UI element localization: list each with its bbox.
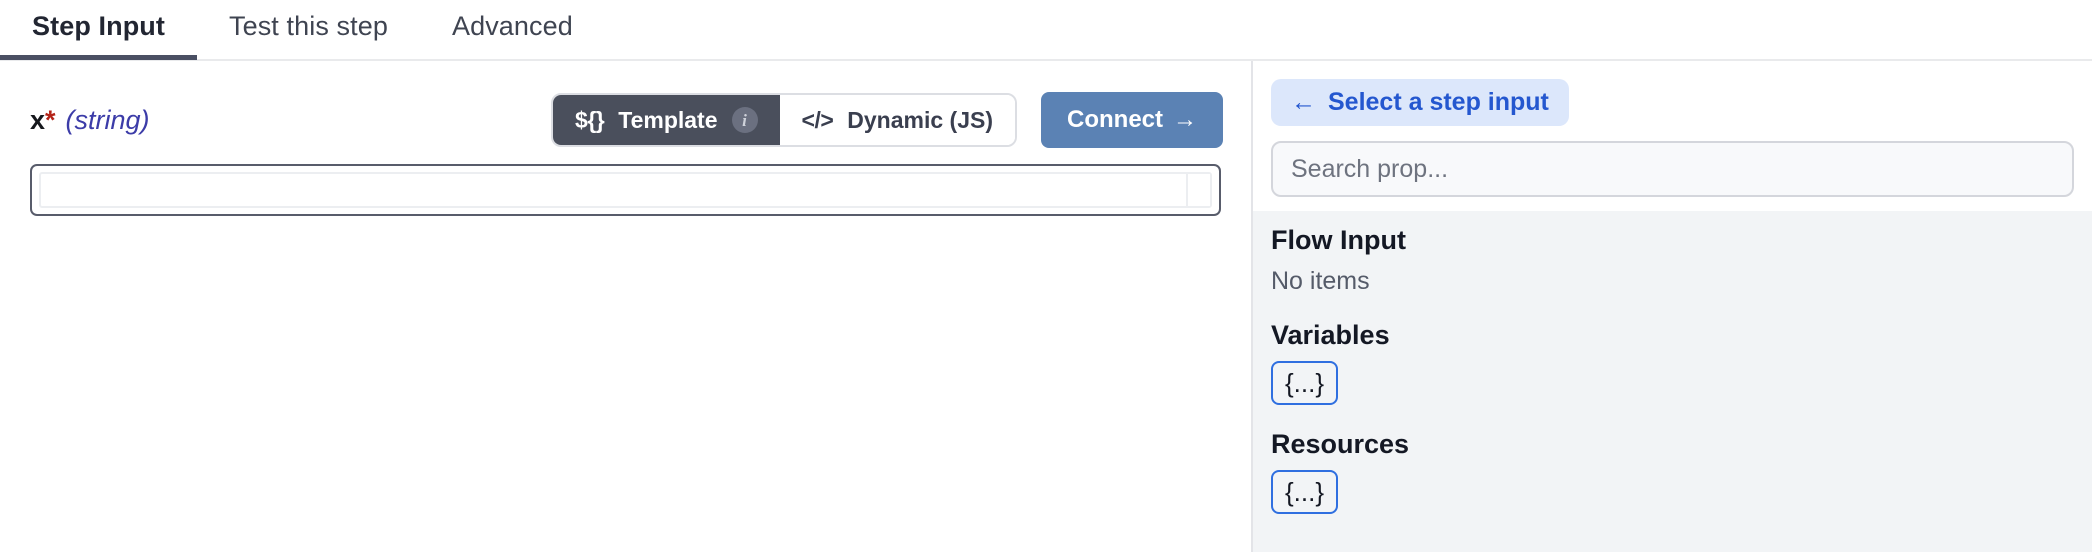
step-input-panel: Step Input Test this step Advanced x* (st… bbox=[0, 0, 2092, 552]
tab-step-input[interactable]: Step Input bbox=[0, 0, 197, 60]
section-title-variables: Variables bbox=[1271, 320, 1390, 351]
section-resources: Resources {...} bbox=[1271, 429, 2074, 515]
flow-input-empty-text: No items bbox=[1271, 267, 1370, 296]
input-mode-toggle-group: ${} Template i </> Dynamic (JS) bbox=[551, 93, 1017, 147]
section-variables: Variables {...} bbox=[1271, 320, 2074, 406]
select-a-step-input-label: Select a step input bbox=[1328, 88, 1549, 116]
tab-test-this-step[interactable]: Test this step bbox=[197, 0, 420, 58]
field-header-actions: ${} Template i </> Dynamic (JS) Connect … bbox=[551, 92, 1223, 148]
required-asterisk: * bbox=[45, 104, 56, 135]
template-glyph-icon: ${} bbox=[575, 106, 605, 133]
field-type: (string) bbox=[65, 104, 150, 135]
variables-object-chip[interactable]: {...} bbox=[1271, 361, 1339, 406]
section-title-flow-input: Flow Input bbox=[1271, 225, 1406, 255]
select-a-step-input-button[interactable]: ← Select a step input bbox=[1271, 79, 1569, 126]
arrow-left-icon: ← bbox=[1291, 88, 1316, 116]
connect-button-label: Connect bbox=[1067, 106, 1163, 133]
editor-scroll-gutter bbox=[1186, 174, 1210, 206]
field-name: x bbox=[30, 104, 46, 135]
field-label: x* (string) bbox=[30, 104, 150, 135]
tab-bar: Step Input Test this step Advanced bbox=[0, 0, 2092, 61]
template-editor-input[interactable] bbox=[41, 174, 1210, 206]
tab-advanced[interactable]: Advanced bbox=[420, 0, 605, 58]
picker-sections: Flow Input No items Variables {...} Reso… bbox=[1253, 211, 2092, 552]
search-prop-input[interactable] bbox=[1271, 141, 2074, 197]
input-editor-pane: x* (string) ${} Template i </> Dynamic (J… bbox=[0, 61, 1253, 552]
section-title-resources: Resources bbox=[1271, 429, 1410, 460]
connect-button[interactable]: Connect → bbox=[1041, 92, 1223, 148]
toggle-template-mode[interactable]: ${} Template i bbox=[553, 95, 780, 145]
info-icon[interactable]: i bbox=[731, 107, 758, 133]
section-flow-input: Flow Input No items bbox=[1271, 225, 2074, 296]
property-picker-pane: ← Select a step input Flow Input No item… bbox=[1253, 61, 2092, 552]
template-editor-container[interactable] bbox=[30, 164, 1221, 216]
toggle-dynamic-js-mode[interactable]: </> Dynamic (JS) bbox=[779, 95, 1015, 145]
code-glyph-icon: </> bbox=[801, 106, 834, 133]
toggle-template-label: Template bbox=[618, 106, 718, 133]
arrow-right-icon: → bbox=[1173, 106, 1197, 133]
picker-header: ← Select a step input bbox=[1253, 61, 2092, 211]
template-editor-inner bbox=[39, 172, 1212, 208]
panel-body: x* (string) ${} Template i </> Dynamic (J… bbox=[0, 61, 2092, 552]
resources-object-chip[interactable]: {...} bbox=[1271, 470, 1339, 515]
field-header-row: x* (string) ${} Template i </> Dynamic (J… bbox=[0, 61, 1251, 151]
toggle-dynamic-label: Dynamic (JS) bbox=[847, 106, 993, 133]
